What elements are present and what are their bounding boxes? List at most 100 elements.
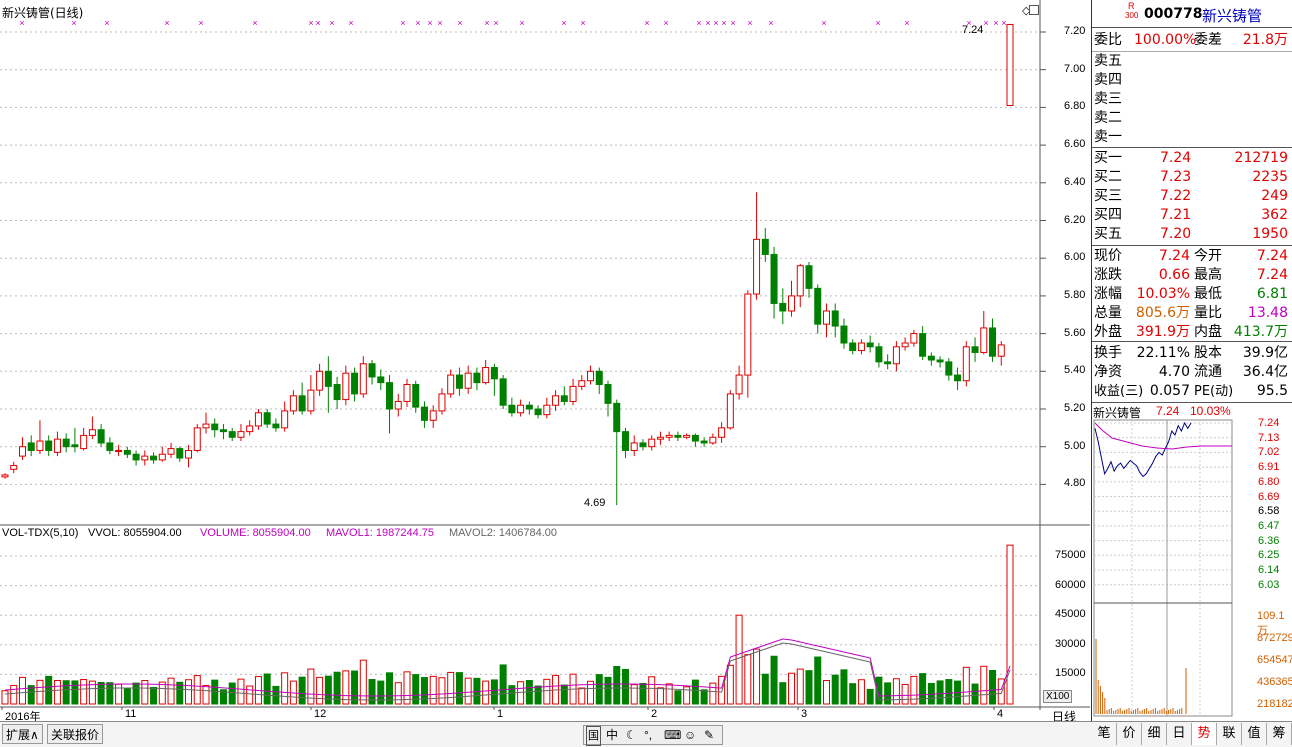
volume-tick-label: 60000	[1055, 578, 1086, 591]
mini-price-tick: 7.13	[1258, 431, 1280, 444]
fund-label: 换手	[1094, 345, 1122, 361]
candle-body	[141, 455, 149, 461]
volume-bar	[691, 679, 699, 705]
candle-body	[587, 370, 595, 382]
candle-body	[761, 238, 769, 255]
grid-lines	[0, 31, 1046, 675]
candle-body	[464, 372, 472, 389]
volume-bar	[158, 681, 166, 705]
buy-volume: 362	[1261, 207, 1288, 223]
stat-label: 总量	[1094, 305, 1122, 321]
candle-body	[455, 374, 463, 389]
price-tick-label: 7.20	[1064, 25, 1086, 37]
event-marker: ×	[663, 18, 668, 28]
event-marker: ×	[747, 18, 752, 28]
expand-tab[interactable]: 扩展∧	[2, 724, 43, 744]
right-tab-0[interactable]: 笔	[1092, 723, 1117, 745]
mini-volume-tick: 872729	[1257, 632, 1292, 644]
volume-bar	[429, 675, 437, 705]
candle-body	[185, 449, 193, 459]
buy-row: 买一 7.24 212719	[1092, 149, 1292, 168]
candle-body	[578, 380, 586, 387]
candle-body	[324, 370, 332, 387]
user-icon[interactable]: ☺	[684, 726, 696, 744]
right-tab-5[interactable]: 联	[1217, 723, 1242, 745]
candle-body	[875, 346, 883, 363]
buy-price: 7.21	[1160, 207, 1192, 223]
keyboard-icon[interactable]: ⌨	[664, 726, 681, 744]
punctuation-icon[interactable]: °,	[644, 726, 652, 744]
right-tab-6[interactable]: 值	[1242, 723, 1267, 745]
stat-value: 7.24	[1158, 248, 1190, 264]
buy-label: 买三	[1094, 188, 1122, 204]
right-tab-1[interactable]: 价	[1117, 723, 1142, 745]
candle-body	[123, 449, 131, 455]
event-marker: ×	[493, 18, 498, 28]
event-marker: ×	[457, 18, 462, 28]
sell-label: 卖四	[1094, 72, 1122, 88]
event-marker: ×	[580, 18, 585, 28]
volume-bar	[674, 690, 682, 705]
candle-body	[927, 355, 935, 361]
volume-bar	[464, 677, 472, 705]
right-tab-4[interactable]: 势	[1192, 723, 1217, 745]
candle-body	[805, 265, 813, 289]
candle-body	[543, 404, 551, 416]
maximize-icon[interactable]	[1029, 5, 1039, 15]
buy-label: 买一	[1094, 150, 1122, 166]
mini-price-line	[1094, 421, 1192, 478]
candle-body	[219, 429, 227, 433]
right-tab-7[interactable]: 筹	[1267, 723, 1292, 745]
candle-body	[604, 383, 612, 404]
fund-label: 股本	[1194, 345, 1222, 361]
fund-value: 4.70	[1158, 364, 1190, 380]
weicha-label: 委差	[1194, 32, 1222, 48]
buy-price: 7.22	[1160, 188, 1192, 204]
candle-body	[683, 434, 691, 438]
zhong-icon[interactable]: 中	[606, 726, 618, 744]
candle-body	[403, 383, 411, 402]
wrench-icon[interactable]: ✎	[704, 726, 714, 744]
fund-value: 36.4亿	[1242, 364, 1288, 380]
volume-bar	[45, 675, 53, 705]
volume-bar	[490, 679, 498, 705]
event-marker: ×	[696, 18, 701, 28]
mini-price-tick: 6.14	[1258, 564, 1280, 576]
candle-body	[822, 310, 830, 325]
moon-icon[interactable]: ☾	[626, 726, 637, 744]
mini-frame	[1093, 419, 1233, 717]
volume-bar	[656, 687, 664, 705]
stat-row: 现价 7.24 今开 7.24	[1092, 247, 1292, 266]
buy-volume: 2235	[1252, 169, 1288, 185]
event-marker: ×	[252, 18, 257, 28]
volume-bar	[246, 685, 254, 705]
candle-body	[884, 361, 892, 365]
candle-body	[980, 327, 988, 353]
candle-body	[517, 404, 525, 414]
candle-body	[490, 367, 498, 380]
candle-body	[420, 406, 428, 421]
stat-value: 0.66	[1158, 267, 1190, 283]
price-tick-label: 6.60	[1064, 138, 1086, 151]
buy-row: 买三 7.22 249	[1092, 187, 1292, 206]
vol-indicator-name: VOL-TDX(5,10)	[2, 527, 79, 539]
candle-body	[412, 383, 420, 408]
guo-icon[interactable]: 国	[586, 726, 601, 746]
fund-label: 流通	[1194, 364, 1222, 380]
sell-row: 卖五	[1092, 52, 1292, 71]
fund-value: 95.5	[1256, 383, 1288, 399]
kline-chart[interactable]: × × × × × × × × × × × × × × × × × × × × × × × × × × × × × × × × × × × ×	[0, 0, 1090, 710]
right-tab-3[interactable]: 日	[1167, 723, 1192, 745]
related-quotes-tab[interactable]: 关联报价	[47, 724, 104, 744]
event-marker: ×	[164, 18, 169, 28]
quote-panel: R 300 000778 新兴铸管 委比 100.00% 委差 21.8万 新兴…	[1091, 0, 1292, 747]
volume-bar	[648, 676, 656, 705]
right-tab-2[interactable]: 细	[1142, 723, 1167, 745]
event-marker: ×	[437, 18, 442, 28]
mini-price: 7.24	[1156, 404, 1180, 418]
candle-body	[202, 423, 210, 429]
buy-row: 买五 7.20 1950	[1092, 225, 1292, 244]
event-marker: ×	[427, 18, 432, 28]
ime-toolbar[interactable]: 国 中 ☾ °, ⌨ ☺ ✎	[583, 725, 723, 746]
event-marker: ×	[768, 18, 773, 28]
